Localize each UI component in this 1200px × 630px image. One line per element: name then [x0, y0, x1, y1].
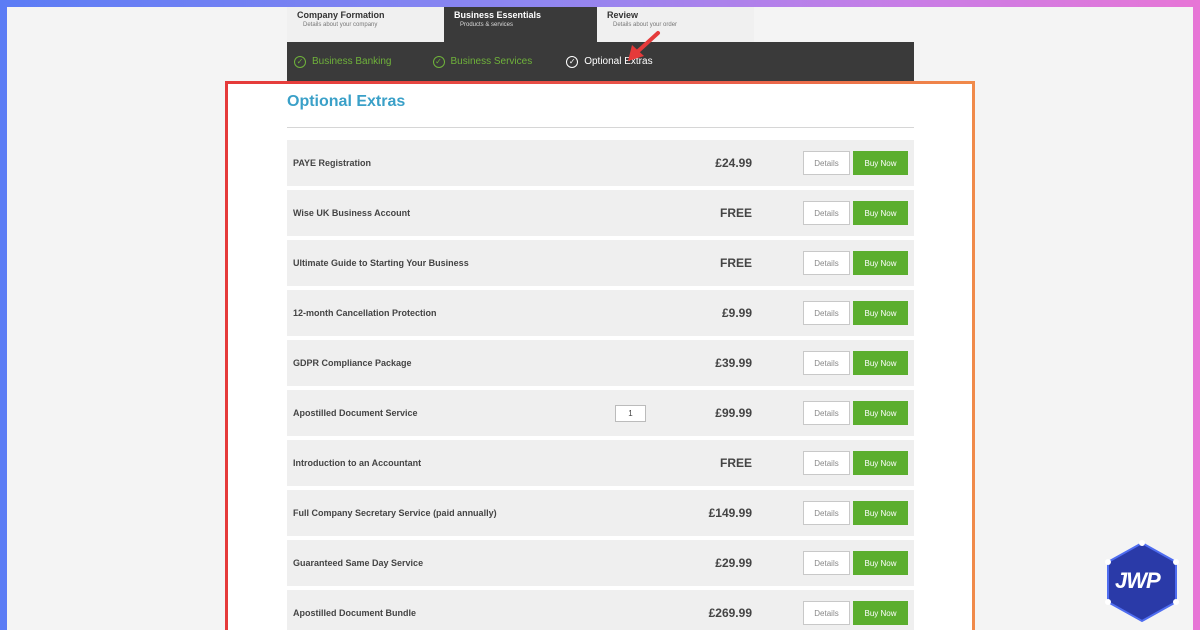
- buy-now-button[interactable]: Buy Now: [853, 251, 908, 275]
- details-button[interactable]: Details: [803, 251, 850, 275]
- item-price: £24.99: [715, 156, 752, 170]
- buy-now-button[interactable]: Buy Now: [853, 301, 908, 325]
- details-button[interactable]: Details: [803, 401, 850, 425]
- item-price: FREE: [719, 206, 752, 220]
- item-price: £39.99: [715, 356, 752, 370]
- quantity-input[interactable]: 1: [615, 405, 646, 422]
- list-item: Introduction to an Accountant FREE Details…: [287, 440, 914, 486]
- step-business-essentials[interactable]: Business Essentials Products & services: [444, 7, 597, 42]
- item-name: Apostilled Document Service: [293, 408, 418, 418]
- buy-now-button[interactable]: Buy Now: [853, 151, 908, 175]
- details-button[interactable]: Details: [803, 301, 850, 325]
- list-item: Wise UK Business Account FREE Details Buy N…: [287, 190, 914, 236]
- step-subtitle: Details about your order: [613, 22, 678, 28]
- substep-label: Business Banking: [312, 56, 392, 67]
- progress-steps: Company Formation Details about your com…: [287, 7, 754, 42]
- item-name: 12-month Cancellation Protection: [293, 308, 437, 318]
- buy-now-button[interactable]: Buy Now: [853, 201, 908, 225]
- check-circle-icon: ✓: [294, 55, 306, 68]
- buy-now-button[interactable]: Buy Now: [853, 351, 908, 375]
- details-button[interactable]: Details: [803, 351, 850, 375]
- list-item: Full Company Secretary Service (paid ann…: [287, 490, 914, 536]
- screenshot-canvas: Company Formation Details about your com…: [7, 7, 1193, 630]
- list-item: Apostilled Document Service 1 £99.99 Detail…: [287, 390, 914, 436]
- substep-business-banking[interactable]: ✓ Business Banking: [294, 55, 392, 68]
- list-item: Guaranteed Same Day Service £29.99 Details…: [287, 540, 914, 586]
- check-circle-icon: ✓: [566, 55, 579, 68]
- details-button[interactable]: Details: [803, 151, 850, 175]
- step-review[interactable]: Review Details about your order: [597, 7, 754, 42]
- item-name: PAYE Registration: [293, 158, 372, 168]
- item-price: £29.99: [715, 556, 752, 570]
- buy-now-button[interactable]: Buy Now: [853, 551, 908, 575]
- buy-now-button[interactable]: Buy Now: [853, 401, 908, 425]
- substep-bar: ✓ Business Banking ✓ Business Services ✓…: [287, 42, 914, 81]
- buy-now-button[interactable]: Buy Now: [853, 601, 908, 625]
- check-circle-icon: ✓: [432, 55, 445, 68]
- page-title: Optional Extras: [287, 93, 406, 110]
- list-item: GDPR Compliance Package £39.99 Details Buy …: [287, 340, 914, 386]
- details-button[interactable]: Details: [803, 451, 850, 475]
- divider: [287, 127, 914, 128]
- red-arrow-icon: [628, 31, 660, 61]
- details-button[interactable]: Details: [803, 551, 850, 575]
- item-price: £9.99: [721, 306, 752, 320]
- list-item: Ultimate Guide to Starting Your Business…: [287, 240, 914, 286]
- details-button[interactable]: Details: [803, 201, 850, 225]
- item-name: Apostilled Document Bundle: [293, 608, 417, 618]
- item-price: FREE: [719, 256, 752, 270]
- substep-business-services[interactable]: ✓ Business Services: [432, 55, 533, 68]
- step-company-formation[interactable]: Company Formation Details about your com…: [287, 7, 444, 42]
- step-subtitle: Details about your company: [303, 22, 378, 28]
- item-price: FREE: [719, 456, 752, 470]
- step-subtitle: Products & services: [460, 22, 514, 28]
- item-name: Wise UK Business Account: [293, 208, 411, 218]
- item-price: £99.99: [715, 406, 752, 420]
- highlight-frame: Optional Extras PAYE Registration £24.99 D…: [225, 81, 975, 630]
- item-name: Guaranteed Same Day Service: [293, 558, 424, 568]
- buy-now-button[interactable]: Buy Now: [853, 451, 908, 475]
- list-item: Apostilled Document Bundle £269.99 Details…: [287, 590, 914, 630]
- item-price: £269.99: [708, 606, 752, 620]
- item-name: Full Company Secretary Service (paid ann…: [293, 508, 497, 518]
- list-item: 12-month Cancellation Protection £9.99 Det…: [287, 290, 914, 336]
- item-name: Ultimate Guide to Starting Your Business: [293, 258, 469, 268]
- logo-text: JWP: [1115, 568, 1161, 593]
- optional-extras-panel: Optional Extras PAYE Registration £24.99 D…: [228, 84, 972, 630]
- item-price: £149.99: [708, 506, 752, 520]
- jwp-logo: JWP: [1103, 540, 1181, 624]
- item-name: Introduction to an Accountant: [293, 458, 422, 468]
- step-title: Company Formation: [297, 10, 385, 20]
- step-title: Review: [607, 10, 639, 20]
- substep-label: Business Services: [450, 56, 533, 67]
- extras-list: PAYE Registration £24.99 Details Buy Now Wis…: [287, 140, 914, 630]
- details-button[interactable]: Details: [803, 501, 850, 525]
- item-name: GDPR Compliance Package: [293, 358, 412, 368]
- details-button[interactable]: Details: [803, 601, 850, 625]
- step-title: Business Essentials: [454, 10, 542, 20]
- list-item: PAYE Registration £24.99 Details Buy Now: [287, 140, 914, 186]
- buy-now-button[interactable]: Buy Now: [853, 501, 908, 525]
